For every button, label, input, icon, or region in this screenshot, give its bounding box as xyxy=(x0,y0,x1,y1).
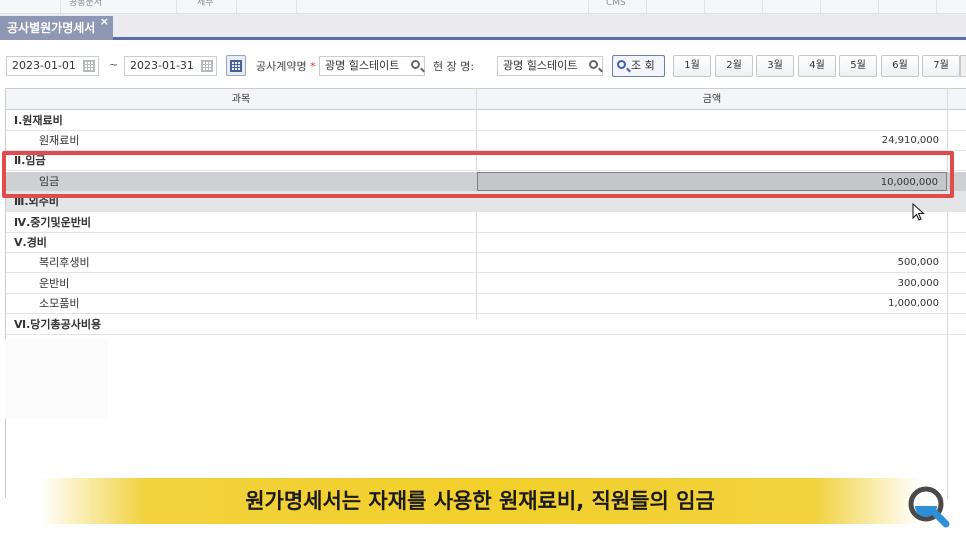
contract-value: 광명 힐스테이트 xyxy=(325,59,400,72)
menu-fragment-cms[interactable]: CMS xyxy=(588,0,646,14)
magnifier-logo-icon xyxy=(908,486,950,528)
row-amount xyxy=(477,213,947,232)
required-mark: * xyxy=(310,60,316,73)
calendar-icon[interactable] xyxy=(201,60,213,72)
row-amount: 500,000 xyxy=(897,257,939,268)
query-button[interactable]: 조 회 xyxy=(612,55,665,77)
row-subject: 소모품비 xyxy=(39,297,80,310)
grid-empty-area xyxy=(5,339,108,419)
table-row[interactable]: Ⅳ.중기및운반비 xyxy=(6,213,966,233)
video-caption: 원가명세서는 자재를 사용한 원재료비, 직원들의 임금 xyxy=(40,478,920,524)
toolbar-scroll-stub[interactable] xyxy=(960,55,966,77)
row-amount: 24,910,000 xyxy=(881,135,939,146)
table-row[interactable]: 원재료비 24,910,000 xyxy=(6,131,966,151)
search-icon[interactable] xyxy=(411,60,420,69)
table-row[interactable]: 운반비 300,000 xyxy=(6,274,966,294)
table-row[interactable]: 복리후생비 500,000 xyxy=(6,253,966,273)
row-subject: 복리후생비 xyxy=(39,256,90,269)
contract-search-field[interactable]: 광명 힐스테이트 xyxy=(319,56,425,76)
date-to-field[interactable]: 2023-01-31 xyxy=(124,56,217,76)
search-icon[interactable] xyxy=(589,60,598,69)
tab-title: 공사별원가명세서 xyxy=(7,21,96,35)
calendar-button[interactable] xyxy=(226,55,246,76)
close-icon[interactable]: × xyxy=(100,10,109,34)
app-window: 공통문서 세무 CMS 공사별원가명세서 × 2023-01-01 ~ 2023… xyxy=(0,0,966,539)
table-row[interactable]: Ⅴ.경비 xyxy=(6,233,966,253)
row-amount xyxy=(477,111,947,130)
row-subject: Ⅴ.경비 xyxy=(14,236,47,249)
site-search-field[interactable]: 광명 힐스테이트 xyxy=(497,56,603,76)
table-row[interactable]: 소모품비 1,000,000 xyxy=(6,294,966,314)
month-button-7[interactable]: 7월 xyxy=(922,55,960,77)
header-subject[interactable]: 과목 xyxy=(6,89,476,110)
month-button-6[interactable]: 6월 xyxy=(881,55,919,77)
contract-label: 공사계약명 * xyxy=(256,60,316,73)
month-button-4[interactable]: 4월 xyxy=(798,55,836,77)
menu-fragment-tax[interactable]: 세무 xyxy=(176,0,236,14)
menu-fragment-docs[interactable]: 공통문서 xyxy=(60,0,176,14)
query-button-label: 조 회 xyxy=(631,59,655,72)
tab-cost-statement[interactable]: 공사별원가명세서 × xyxy=(0,15,113,40)
month-button-3[interactable]: 3월 xyxy=(756,55,794,77)
row-subject: 원재료비 xyxy=(39,134,80,147)
row-subject: Ⅰ.원재료비 xyxy=(14,114,63,127)
row-amount: 1,000,000 xyxy=(888,298,939,309)
row-amount xyxy=(477,233,947,252)
menu-strip: 공통문서 세무 CMS xyxy=(0,0,966,14)
table-row[interactable]: Ⅵ.당기총공사비용 xyxy=(6,315,966,335)
filter-toolbar: 2023-01-01 ~ 2023-01-31 공사계약명 * 광명 힐스테이트… xyxy=(0,43,966,87)
header-amount[interactable]: 금액 xyxy=(477,89,947,110)
calendar-icon[interactable] xyxy=(83,60,95,72)
site-label: 현 장 명: xyxy=(433,60,475,73)
date-to-value: 2023-01-31 xyxy=(130,59,194,72)
month-button-5[interactable]: 5월 xyxy=(839,55,877,77)
mouse-cursor-icon xyxy=(912,203,925,221)
highlight-box xyxy=(2,151,954,198)
date-from-value: 2023-01-01 xyxy=(12,59,76,72)
cost-grid: 과목 금액 Ⅰ.원재료비 원재료비 24,910,000 Ⅱ.임금 임금 10,… xyxy=(5,88,966,499)
search-icon xyxy=(617,60,626,69)
row-amount xyxy=(477,315,947,334)
row-subject: 운반비 xyxy=(39,277,70,290)
month-button-1[interactable]: 1월 xyxy=(673,55,711,77)
tab-bar: 공사별원가명세서 × xyxy=(0,14,966,40)
date-separator: ~ xyxy=(109,58,119,71)
table-row[interactable]: Ⅰ.원재료비 xyxy=(6,111,966,131)
row-subject: Ⅵ.당기총공사비용 xyxy=(14,318,102,331)
calendar-icon xyxy=(230,60,242,72)
date-from-field[interactable]: 2023-01-01 xyxy=(6,56,99,76)
site-value: 광명 힐스테이트 xyxy=(503,59,578,72)
row-subject: Ⅳ.중기및운반비 xyxy=(14,216,91,229)
row-amount: 300,000 xyxy=(897,278,939,289)
grid-header: 과목 금액 xyxy=(6,89,966,110)
month-button-2[interactable]: 2월 xyxy=(715,55,753,77)
